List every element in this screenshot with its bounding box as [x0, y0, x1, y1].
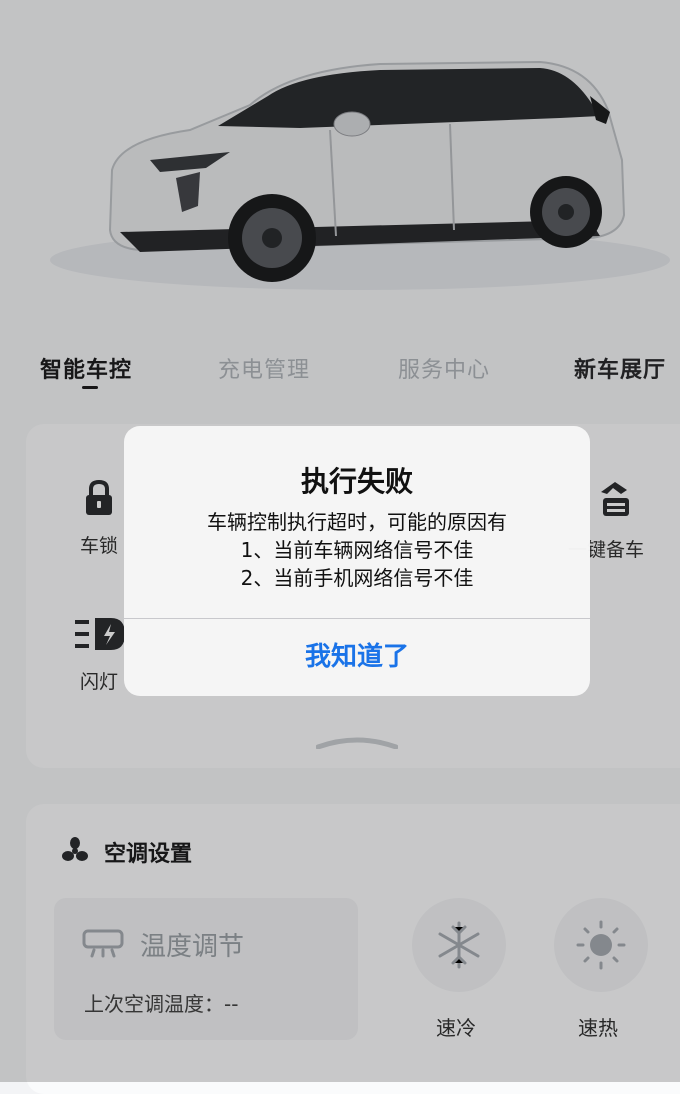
dialog-message-line1: 车辆控制执行超时，可能的原因有 [207, 510, 507, 534]
dialog-title: 执行失败 [300, 465, 413, 498]
acknowledge-button[interactable]: 我知道了 [124, 618, 590, 696]
dialog-message-line3: 2、当前手机网络信号不佳 [240, 566, 474, 590]
dialog-message-line2: 1、当前车辆网络信号不佳 [240, 538, 474, 562]
error-dialog: 执行失败 车辆控制执行超时，可能的原因有 1、当前车辆网络信号不佳 2、当前手机… [124, 426, 590, 696]
